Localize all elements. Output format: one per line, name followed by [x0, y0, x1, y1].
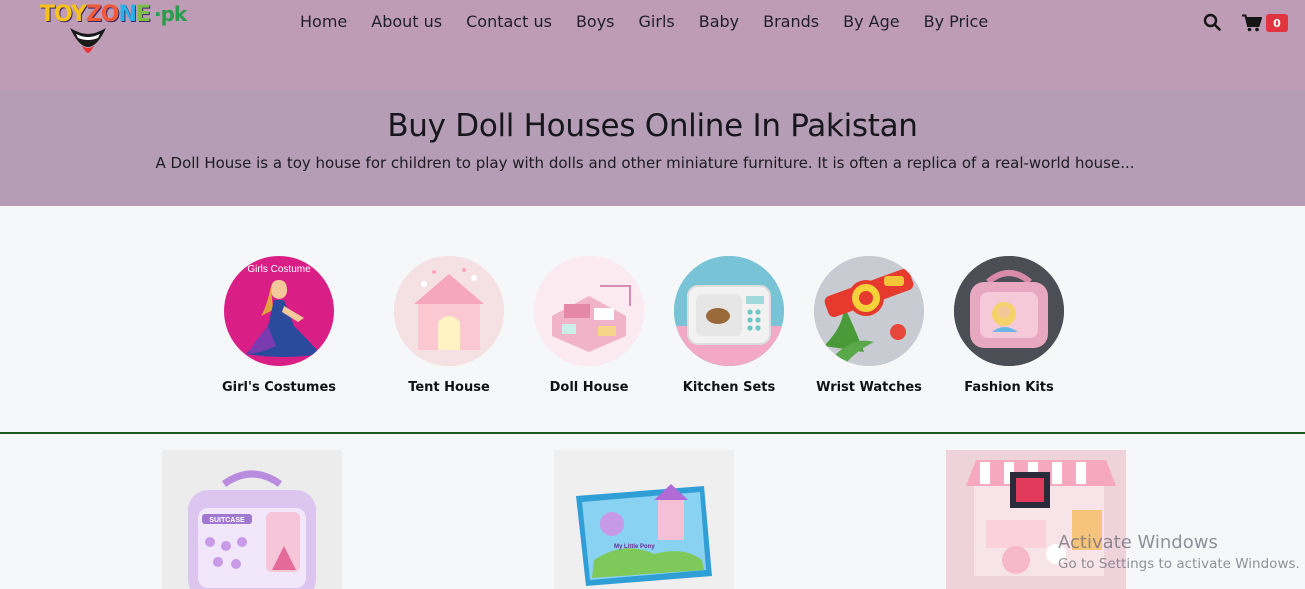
category-item-doll-house[interactable]: Doll House — [514, 256, 664, 395]
cart-button[interactable]: 0 — [1242, 12, 1290, 34]
page-title: Buy Doll Houses Online In Pakistan — [387, 108, 918, 144]
nav-about-us[interactable]: About us — [371, 12, 442, 32]
logo-suffix: ·pk — [153, 2, 187, 26]
category-image-kitchen-sets — [674, 256, 784, 366]
category-item-wrist-watches[interactable]: Wrist Watches — [794, 256, 944, 395]
subcategory-strip: Girls Costume Girl's Costumes Tent House — [0, 206, 1305, 432]
product-image-text: My Little Pony — [614, 544, 655, 550]
windows-activation-watermark-subtitle: Go to Settings to activate Windows. — [1058, 556, 1300, 572]
shopping-cart-icon — [1242, 14, 1262, 32]
category-label[interactable]: Wrist Watches — [794, 380, 944, 395]
product-image[interactable]: My Little Pony — [554, 450, 734, 589]
category-image-fashion-kits — [954, 256, 1064, 366]
category-label[interactable]: Tent House — [374, 380, 524, 395]
product-card-2[interactable]: My Little Pony — [554, 450, 734, 589]
category-image-tent-house — [394, 256, 504, 366]
page-description: A Doll House is a toy house for children… — [155, 154, 1135, 172]
nav-contact-us[interactable]: Contact us — [466, 12, 552, 32]
main-nav: Home About us Contact us Boys Girls Baby… — [300, 12, 1012, 32]
nav-brands[interactable]: Brands — [763, 12, 819, 32]
cart-count-badge: 0 — [1266, 14, 1288, 32]
category-item-fashion-kits[interactable]: Fashion Kits — [934, 256, 1084, 395]
site-logo[interactable]: TOYZONE ·pk — [38, 0, 208, 62]
search-button[interactable] — [1203, 13, 1221, 31]
category-label[interactable]: Girl's Costumes — [204, 380, 354, 395]
category-label[interactable]: Doll House — [514, 380, 664, 395]
section-divider — [0, 432, 1305, 434]
product-image-text: SUITCASE — [209, 517, 245, 524]
nav-girls[interactable]: Girls — [639, 12, 675, 32]
nav-baby[interactable]: Baby — [699, 12, 739, 32]
logo-smile-icon — [70, 28, 106, 53]
logo-text-part: TOY — [40, 2, 87, 27]
category-label[interactable]: Kitchen Sets — [654, 380, 804, 395]
product-card-1[interactable]: SUITCASE — [162, 450, 342, 589]
nav-by-price[interactable]: By Price — [924, 12, 989, 32]
logo-text-part: N — [118, 2, 137, 27]
nav-by-age[interactable]: By Age — [843, 12, 899, 32]
category-label[interactable]: Fashion Kits — [934, 380, 1084, 395]
category-item-girls-costumes[interactable]: Girls Costume Girl's Costumes — [204, 256, 354, 395]
logo-text-part: ZO — [85, 2, 120, 27]
logo-text-part: E — [135, 2, 151, 27]
windows-activation-watermark-title: Activate Windows — [1058, 532, 1218, 553]
logo-wordmark: TOYZONE ·pk — [40, 2, 187, 27]
category-image-doll-house — [534, 256, 644, 366]
category-image-girls-costumes: Girls Costume — [224, 256, 334, 366]
category-item-tent-house[interactable]: Tent House — [374, 256, 524, 395]
search-icon — [1203, 13, 1221, 31]
nav-home[interactable]: Home — [300, 12, 347, 32]
category-item-kitchen-sets[interactable]: Kitchen Sets — [654, 256, 804, 395]
site-header: TOYZONE ·pk Home About us Contact us Boys… — [0, 0, 1305, 90]
category-image-wrist-watches — [814, 256, 924, 366]
nav-boys[interactable]: Boys — [576, 12, 615, 32]
category-hero: Buy Doll Houses Online In Pakistan A Dol… — [0, 90, 1305, 206]
product-image[interactable]: SUITCASE — [162, 450, 342, 589]
